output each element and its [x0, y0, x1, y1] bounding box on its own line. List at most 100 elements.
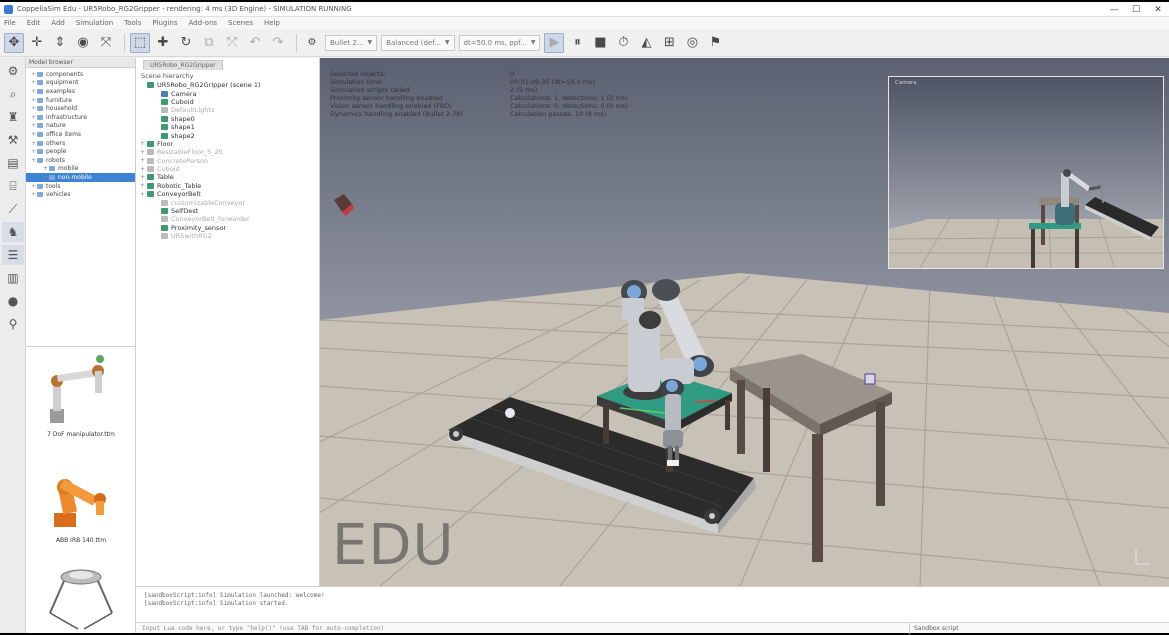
thumbnail-7dof-manipulator[interactable]: 7 DoF manipulator.ttm — [34, 353, 128, 438]
lua-command-input[interactable]: Input Lua code here, or type "help()" (u… — [136, 625, 909, 632]
model-folder-item[interactable]: + nature — [26, 122, 135, 131]
camera-rotate-icon[interactable]: ✛ — [27, 33, 47, 53]
collections-icon[interactable]: ▤ — [2, 153, 24, 173]
expand-icon[interactable]: + — [140, 191, 147, 198]
model-folder-item[interactable]: + household — [26, 104, 135, 113]
scene-object-item[interactable]: customizableConveyor — [136, 198, 319, 207]
expand-icon[interactable]: + — [140, 157, 147, 164]
scene-object-item[interactable]: DefaultLights — [136, 106, 319, 114]
model-folder-item[interactable]: + examples — [26, 87, 135, 96]
stop-simulation-icon[interactable]: ■ — [590, 33, 610, 53]
menu-help[interactable]: Help — [264, 19, 280, 27]
fit-view-icon[interactable]: ⤧ — [96, 33, 116, 53]
menu-simulation[interactable]: Simulation — [76, 19, 113, 27]
scene-object-item[interactable]: + ConcretePerson — [136, 157, 319, 165]
scene-objects-icon[interactable]: ♜ — [2, 107, 24, 127]
model-folder-item[interactable]: + office items — [26, 130, 135, 139]
scene-object-item[interactable]: UR5withRG2 — [136, 232, 319, 240]
expand-icon[interactable]: + — [140, 140, 147, 147]
layers-icon[interactable]: ▥ — [2, 268, 24, 288]
expand-icon[interactable]: + — [30, 157, 37, 164]
scene-object-item[interactable]: + ResizableFloor_5_25 — [136, 148, 319, 156]
model-folder-item[interactable]: + others — [26, 139, 135, 148]
expand-icon[interactable]: + — [42, 174, 49, 181]
expand-icon[interactable]: + — [30, 114, 37, 121]
slower-icon[interactable]: ◭ — [636, 33, 656, 53]
model-folder-item[interactable]: + infrastructure — [26, 113, 135, 122]
menu-plugins[interactable]: Plugins — [152, 19, 177, 27]
menu-add[interactable]: Add — [51, 19, 65, 27]
thread-rendering-icon[interactable]: ⚑ — [705, 33, 725, 53]
physics-engine-select[interactable]: Bullet 2... ▼ — [325, 34, 378, 51]
camera-shift-icon[interactable]: ⇕ — [50, 33, 70, 53]
timestep-select[interactable]: dt=50.0 ms, ppf... ▼ — [458, 34, 541, 51]
menu-file[interactable]: File — [4, 19, 16, 27]
expand-icon[interactable]: + — [140, 182, 147, 189]
expand-icon[interactable]: + — [30, 183, 37, 190]
expand-icon[interactable]: + — [30, 122, 37, 129]
scene-object-item[interactable]: + Robotic_Table — [136, 182, 319, 190]
expand-icon[interactable]: + — [42, 165, 49, 172]
user-settings-icon[interactable]: ⚲ — [2, 314, 24, 334]
expand-icon[interactable]: + — [30, 88, 37, 95]
model-folder-item[interactable]: + people — [26, 147, 135, 156]
scene-object-item[interactable]: + Table — [136, 173, 319, 181]
expand-icon[interactable]: + — [30, 148, 37, 155]
maximize-button[interactable]: ☐ — [1125, 2, 1147, 17]
scene-object-item[interactable]: + Cuboid — [136, 165, 319, 173]
real-time-icon[interactable]: ⏱ — [613, 33, 633, 53]
scene-object-item[interactable]: Camera — [136, 89, 319, 98]
scene-hierarchy-icon[interactable]: ☰ — [2, 245, 24, 265]
expand-icon[interactable]: + — [30, 105, 37, 112]
object-rotate-icon[interactable]: ↻ — [176, 33, 196, 53]
model-folder-item[interactable]: + vehicles — [26, 190, 135, 199]
thumbnail-delta-robot[interactable] — [34, 567, 128, 633]
sim-settings-icon[interactable]: ⚙ — [2, 61, 24, 81]
3d-viewport[interactable]: Selected objects: 0 Simulation time: 00:01:… — [320, 58, 1169, 586]
expand-icon[interactable]: + — [30, 140, 37, 147]
menu-edit[interactable]: Edit — [27, 19, 41, 27]
assemble-icon[interactable]: ⧉ — [199, 33, 219, 53]
close-button[interactable]: ✕ — [1147, 2, 1169, 17]
expand-icon[interactable]: + — [140, 174, 147, 181]
scene-object-item[interactable]: + ConveyorBelt — [136, 190, 319, 198]
menu-addons[interactable]: Add-ons — [188, 19, 217, 27]
pause-simulation-icon[interactable]: ⏸ — [567, 33, 587, 53]
scene-object-item[interactable]: Proximity_sensor — [136, 224, 319, 232]
camera-floating-view[interactable]: Camera — [888, 76, 1164, 269]
shape-edit-icon[interactable]: ⟋ — [2, 199, 24, 219]
menu-scenes[interactable]: Scenes — [228, 19, 253, 27]
scene-object-item[interactable]: Cuboid — [136, 98, 319, 106]
menu-tools[interactable]: Tools — [124, 19, 141, 27]
camera-angle-icon[interactable]: ◉ — [73, 33, 93, 53]
engine-accuracy-select[interactable]: Balanced (def... ▼ — [381, 34, 455, 51]
expand-icon[interactable]: + — [30, 79, 37, 86]
thumbnail-abb-irb140[interactable]: ABB IRB 140.ttm — [34, 457, 128, 544]
minimize-button[interactable]: — — [1103, 2, 1125, 17]
expand-icon[interactable]: + — [140, 166, 147, 173]
zoom-icon[interactable]: ⌕ — [2, 84, 24, 104]
camera-pan-icon[interactable]: ✥ — [4, 32, 24, 53]
object-shift-icon[interactable]: ✚ — [153, 33, 173, 53]
calculation-modules-icon[interactable]: ⚒ — [2, 130, 24, 150]
scene-object-item[interactable]: ConveyorBelt_forwarder — [136, 215, 319, 223]
scene-object-item[interactable]: UR5Robo_RG2Gripper (scene 1) — [136, 81, 319, 89]
expand-icon[interactable]: + — [30, 131, 37, 138]
click-select-icon[interactable]: ⬚ — [130, 32, 150, 53]
scene-object-item[interactable]: shape0 — [136, 115, 319, 123]
model-folder-item[interactable]: + mobile — [26, 165, 135, 174]
video-recorder-icon[interactable]: ● — [2, 291, 24, 311]
transfer-dna-icon[interactable]: ⤱ — [222, 33, 242, 53]
model-folder-item[interactable]: + furniture — [26, 96, 135, 105]
scene-tab[interactable]: UR5Robo_RG2Gripper — [143, 60, 223, 70]
model-folder-item[interactable]: + tools — [26, 182, 135, 191]
scene-object-item[interactable]: + Floor — [136, 140, 319, 148]
scene-object-item[interactable]: SelfDest — [136, 207, 319, 215]
model-folder-item[interactable]: + robots — [26, 156, 135, 165]
visualization-toggle-icon[interactable]: ◎ — [682, 33, 702, 53]
undo-icon[interactable]: ↶ — [245, 33, 265, 53]
expand-icon[interactable]: + — [30, 71, 37, 78]
expand-icon[interactable]: + — [30, 97, 37, 104]
expand-icon[interactable]: + — [30, 191, 37, 198]
model-folder-item[interactable]: + components — [26, 70, 135, 79]
